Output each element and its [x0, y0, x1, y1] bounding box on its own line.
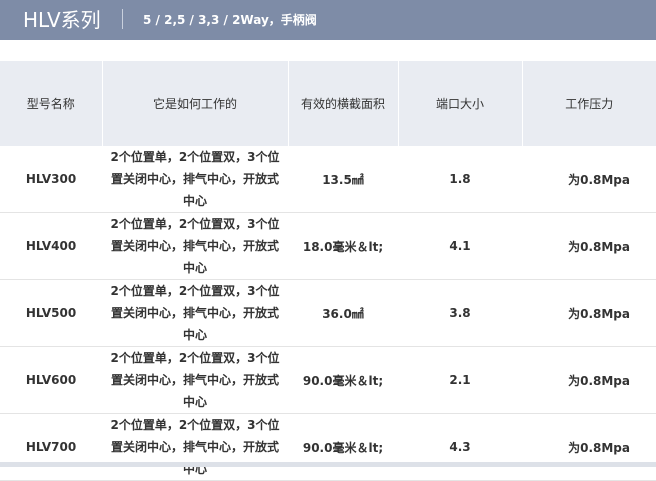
model-cell: HLV400 — [0, 212, 102, 280]
operation-text: 2个位置单，2个位置双，3个位置关闭中心，排气中心，开放式中心 — [110, 150, 280, 208]
pressure-cell: 为0.8Mpa — [522, 146, 656, 213]
model-cell: HLV600 — [0, 346, 102, 414]
table-row: HLV500 2个位置单，2个位置双，3个位置关闭中心，排气中心，开放式中心 3… — [0, 279, 656, 347]
operation-text: 2个位置单，2个位置双，3个位置关闭中心，排气中心，开放式中心 — [110, 217, 280, 275]
spec-table: 型号名称 它是如何工作的 有效的横截面积 端口大小 工作压力 HLV300 2个… — [0, 61, 656, 481]
column-header-pressure: 工作压力 — [521, 61, 656, 146]
table-row: HLV700 2个位置单，2个位置双，3个位置关闭中心，排气中心，开放式中心 9… — [0, 413, 656, 481]
area-cell: 90.0毫米＆lt; — [288, 413, 398, 481]
area-cell: 13.5㎟ — [288, 146, 398, 213]
table-header-row: 型号名称 它是如何工作的 有效的横截面积 端口大小 工作压力 — [0, 61, 656, 146]
series-title: HLV系列 — [23, 8, 101, 32]
model-cell: HLV500 — [0, 279, 102, 347]
area-cell: 36.0㎟ — [288, 279, 398, 347]
column-header-model: 型号名称 — [0, 61, 102, 146]
area-cell: 18.0毫米＆lt; — [288, 212, 398, 280]
port-cell: 4.3 — [398, 413, 522, 481]
operation-cell: 2个位置单，2个位置双，3个位置关闭中心，排气中心，开放式中心 — [102, 413, 288, 481]
operation-text: 2个位置单，2个位置双，3个位置关闭中心，排气中心，开放式中心 — [110, 351, 280, 409]
series-title-bar: HLV系列 5 / 2,5 / 3,3 / 2Way，手柄阀 — [0, 0, 656, 40]
port-cell: 1.8 — [398, 146, 522, 213]
series-subtitle: 5 / 2,5 / 3,3 / 2Way，手柄阀 — [143, 13, 317, 27]
pressure-cell: 为0.8Mpa — [522, 212, 656, 280]
operation-text: 2个位置单，2个位置双，3个位置关闭中心，排气中心，开放式中心 — [110, 418, 280, 476]
port-cell: 4.1 — [398, 212, 522, 280]
table-row: HLV300 2个位置单，2个位置双，3个位置关闭中心，排气中心，开放式中心 1… — [0, 146, 656, 213]
operation-text: 2个位置单，2个位置双，3个位置关闭中心，排气中心，开放式中心 — [110, 284, 280, 342]
bottom-edge — [0, 462, 656, 467]
title-divider — [122, 9, 123, 29]
operation-cell: 2个位置单，2个位置双，3个位置关闭中心，排气中心，开放式中心 — [102, 279, 288, 347]
column-header-operation: 它是如何工作的 — [101, 61, 288, 146]
operation-cell: 2个位置单，2个位置双，3个位置关闭中心，排气中心，开放式中心 — [102, 346, 288, 414]
model-cell: HLV300 — [0, 146, 102, 213]
model-cell: HLV700 — [0, 413, 102, 481]
operation-cell: 2个位置单，2个位置双，3个位置关闭中心，排气中心，开放式中心 — [102, 146, 288, 213]
pressure-cell: 为0.8Mpa — [522, 413, 656, 481]
pressure-cell: 为0.8Mpa — [522, 279, 656, 347]
port-cell: 3.8 — [398, 279, 522, 347]
operation-cell: 2个位置单，2个位置双，3个位置关闭中心，排气中心，开放式中心 — [102, 212, 288, 280]
column-header-area: 有效的横截面积 — [287, 61, 398, 146]
table-row: HLV400 2个位置单，2个位置双，3个位置关闭中心，排气中心，开放式中心 1… — [0, 212, 656, 280]
pressure-cell: 为0.8Mpa — [522, 346, 656, 414]
port-cell: 2.1 — [398, 346, 522, 414]
area-cell: 90.0毫米＆lt; — [288, 346, 398, 414]
column-header-port: 端口大小 — [397, 61, 522, 146]
table-row: HLV600 2个位置单，2个位置双，3个位置关闭中心，排气中心，开放式中心 9… — [0, 346, 656, 414]
